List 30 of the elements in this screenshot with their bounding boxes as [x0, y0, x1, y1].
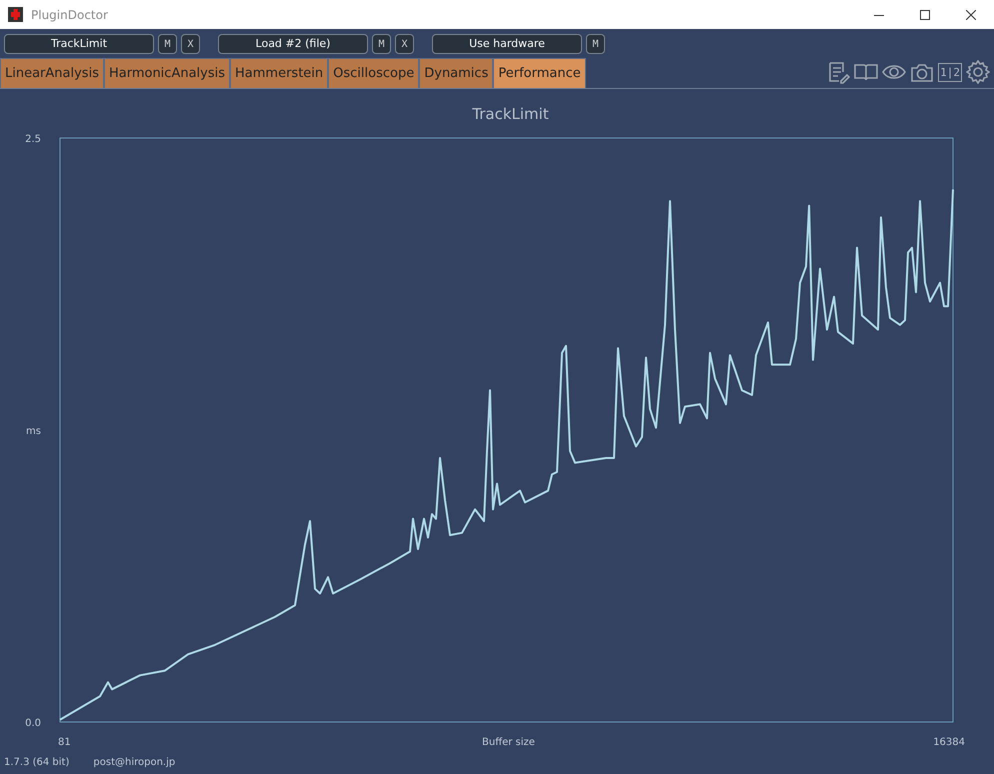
tab[interactable]: LinearAnalysis — [0, 58, 104, 88]
slot-button[interactable]: TrackLimit — [4, 34, 154, 54]
x-tick-label: 16384 — [933, 737, 965, 748]
y-tick-label: 0.0 — [25, 718, 41, 729]
slot-button[interactable]: Use hardware — [432, 34, 582, 54]
contact-email: post@hiropon.jp — [93, 756, 176, 770]
window-title: PluginDoctor — [31, 6, 108, 24]
tab[interactable]: Oscilloscope — [328, 58, 420, 88]
tab[interactable]: Hammerstein — [230, 58, 328, 88]
mute-button[interactable]: M — [158, 34, 177, 54]
remove-button[interactable]: X — [395, 34, 414, 54]
mute-button[interactable]: M — [372, 34, 391, 54]
compare-button[interactable]: 1|2 — [938, 62, 962, 82]
settings-icon[interactable] — [966, 60, 990, 84]
slot-button[interactable]: Load #2 (file) — [218, 34, 368, 54]
y-axis-label: ms — [26, 426, 41, 437]
tab[interactable]: Performance — [493, 58, 586, 88]
x-axis-label: Buffer size — [482, 737, 535, 748]
version-text: 1.7.3 (64 bit) — [4, 756, 70, 770]
app-icon — [8, 7, 23, 22]
maximize-icon[interactable] — [920, 10, 930, 20]
remove-button[interactable]: X — [181, 34, 200, 54]
tab[interactable]: HarmonicAnalysis — [104, 58, 230, 88]
close-icon[interactable] — [966, 10, 976, 20]
x-tick-label: 81 — [58, 737, 71, 748]
tab[interactable]: Dynamics — [419, 58, 494, 88]
notes-icon[interactable] — [826, 60, 850, 84]
chart-title: TrackLimit — [472, 105, 549, 123]
mute-button[interactable]: M — [586, 34, 605, 54]
y-tick-label: 2.5 — [25, 134, 41, 145]
